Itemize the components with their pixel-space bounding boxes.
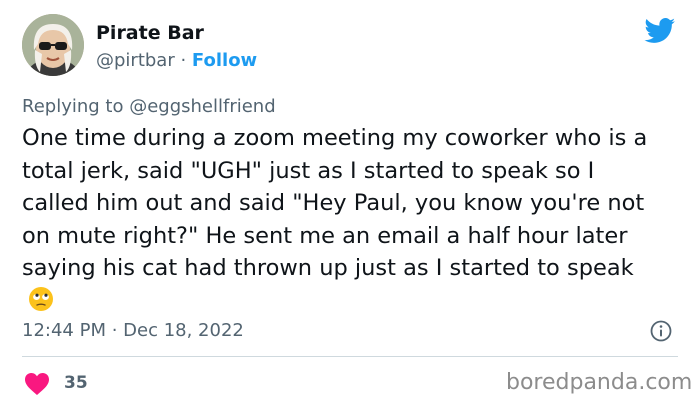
handle-row: @pirtbar · Follow: [96, 50, 257, 71]
separator-dot: ·: [174, 50, 192, 71]
avatar[interactable]: [22, 14, 84, 76]
user-handle[interactable]: @pirtbar: [96, 50, 175, 71]
display-name[interactable]: Pirate Bar: [96, 22, 204, 44]
twitter-bird-icon[interactable]: [644, 18, 676, 44]
heart-icon[interactable]: [24, 372, 50, 396]
reply-prefix: Replying to: [22, 96, 130, 117]
info-icon[interactable]: [650, 320, 672, 342]
like-count: 35: [64, 373, 88, 393]
tweet-time: 12:44 PM: [22, 320, 106, 341]
tweet-date: Dec 18, 2022: [123, 320, 244, 341]
tweet-timestamp[interactable]: 12:44 PM · Dec 18, 2022: [22, 320, 244, 341]
tweet-text: One time during a zoom meeting my cowork…: [22, 122, 662, 317]
follow-button[interactable]: Follow: [192, 50, 257, 71]
face-with-rolling-eyes-emoji: [29, 286, 53, 311]
reply-mention-link[interactable]: @eggshellfriend: [129, 96, 275, 117]
tweet-body: One time during a zoom meeting my cowork…: [22, 125, 648, 281]
watermark: boredpanda.com: [506, 370, 693, 395]
divider: [22, 356, 678, 357]
reply-context: Replying to @eggshellfriend: [22, 96, 276, 117]
